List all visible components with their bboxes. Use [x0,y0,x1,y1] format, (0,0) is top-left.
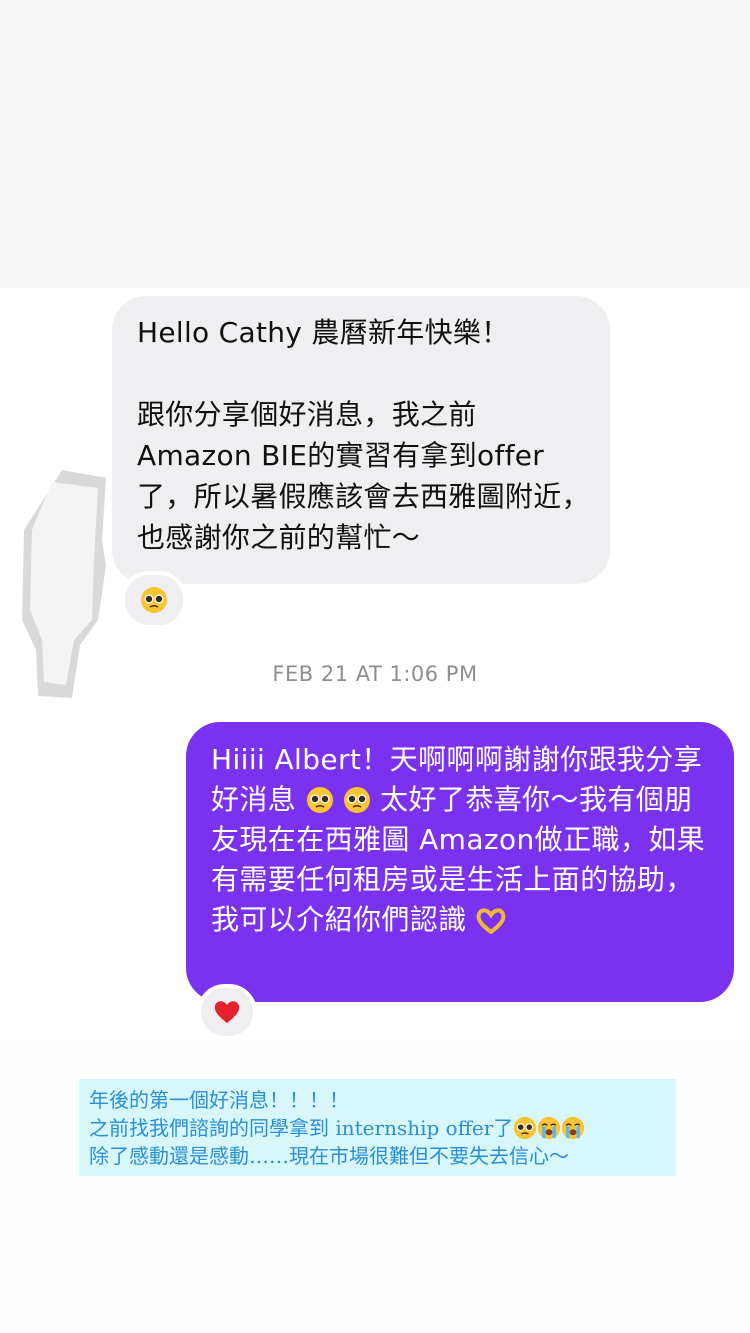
caption-line-3: 除了感動還是感動……現在市場很難但不要失去信心～ [89,1144,569,1168]
incoming-body: 跟你分享個好消息，我之前 Amazon BIE的實習有拿到offer了，所以暑假… [137,398,590,554]
heart-reaction[interactable] [197,984,257,1040]
pleading-face-icon [514,1116,537,1140]
pleading-face-icon [343,787,370,813]
loudly-crying-face-icon [562,1116,585,1140]
caption-line-2-text: 之前找我們諮詢的同學拿到 internship offer了 [89,1116,514,1140]
caption-box: 年後的第一個好消息！！！！ 之前找我們諮詢的同學拿到 internship of… [79,1079,676,1176]
red-heart-icon [214,1001,240,1023]
top-blank-area [0,0,750,288]
incoming-message[interactable]: Hello Cathy 農曆新年快樂！ 跟你分享個好消息，我之前 Amazon … [112,296,610,584]
loudly-crying-face-icon [538,1116,561,1140]
line-break [137,353,592,394]
heart-hands-icon [476,908,506,934]
message-timestamp: FEB 21 AT 1:06 PM [272,662,478,686]
incoming-greeting: Hello Cathy 農曆新年快樂！ [137,316,510,349]
caption-line-1: 年後的第一個好消息！！！！ [89,1088,349,1112]
outgoing-message[interactable]: Hiiii Albert！天啊啊啊謝謝你跟我分享好消息 太好了恭喜你～我有個朋友… [186,722,734,1002]
caption-line-2: 之前找我們諮詢的同學拿到 internship offer了 [89,1114,666,1142]
pleading-face-reaction[interactable] [121,571,187,629]
pleading-face-emoji-icon [141,587,167,613]
pleading-face-icon [306,787,333,813]
